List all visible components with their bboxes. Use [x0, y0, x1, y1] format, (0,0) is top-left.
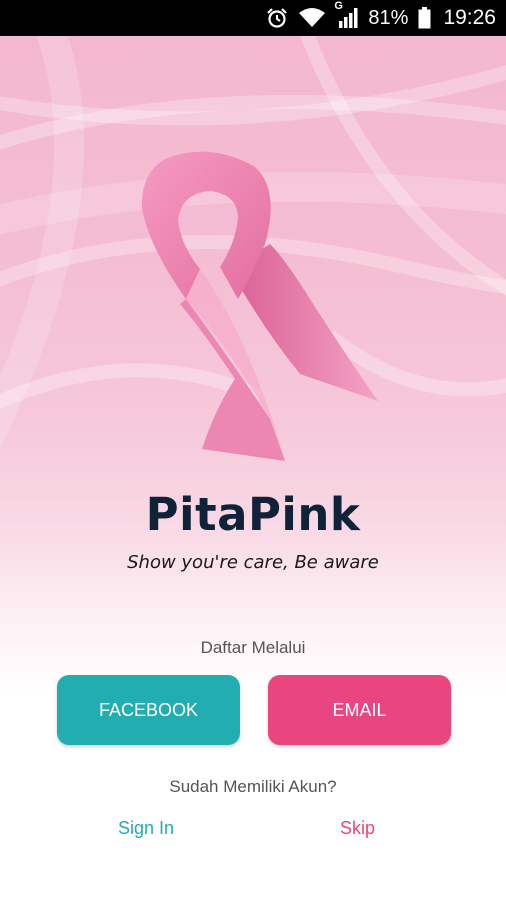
- email-button[interactable]: EMAIL: [268, 675, 451, 745]
- skip-link[interactable]: Skip: [340, 818, 375, 839]
- alarm-icon: [266, 7, 288, 29]
- battery-icon: [418, 7, 431, 29]
- network-type-label: G: [334, 0, 343, 12]
- battery-percent: 81%: [368, 6, 409, 29]
- wifi-icon: [298, 7, 326, 29]
- register-label: Daftar Melalui: [200, 638, 306, 657]
- clock: 19:26: [443, 6, 496, 29]
- app-tagline: Show you're care, Be aware: [127, 552, 379, 573]
- welcome-screen: PitaPink Show you're care, Be aware Daft…: [0, 36, 506, 900]
- sign-in-link[interactable]: Sign In: [118, 818, 174, 839]
- status-bar: G 81% 19:26: [0, 0, 506, 36]
- facebook-button[interactable]: FACEBOOK: [57, 675, 240, 745]
- pink-ribbon-logo: [141, 151, 378, 461]
- have-account-text: Sudah Memiliki Akun?: [169, 777, 337, 796]
- app-title: PitaPink: [145, 488, 361, 541]
- signal-icon: G: [334, 0, 358, 29]
